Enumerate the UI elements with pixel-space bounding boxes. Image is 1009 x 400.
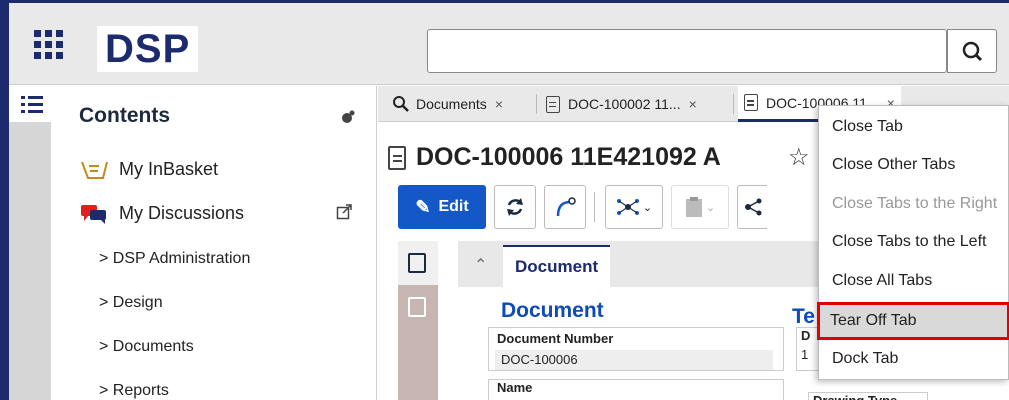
edit-button[interactable]: ✎ Edit [398, 185, 486, 229]
chevron-right-icon: > [99, 250, 109, 267]
refresh-button[interactable] [494, 185, 536, 229]
tab-separator [733, 94, 734, 114]
document-toolbar: ✎ Edit ⌄ ⌄ [398, 185, 775, 229]
tab-label: Documents [416, 96, 487, 112]
apps-grid-icon[interactable] [34, 30, 64, 60]
view-switcher-strip [398, 241, 438, 400]
search-input[interactable] [427, 29, 947, 73]
search-button[interactable] [947, 29, 997, 73]
edit-label: Edit [438, 198, 469, 215]
form-view-button[interactable] [398, 241, 438, 285]
chevron-right-icon: > [99, 294, 109, 311]
tree-item-reports[interactable]: > Reports [99, 382, 169, 400]
window-frame-left [0, 0, 9, 400]
sidebar-item-discussions[interactable]: My Discussions [79, 202, 244, 224]
close-icon[interactable]: × [689, 96, 697, 112]
tree-item-dsp-administration[interactable]: > DSP Administration [99, 250, 250, 268]
menu-item-tear-off-tab[interactable]: Tear Off Tab [817, 302, 1009, 340]
inbasket-icon [81, 161, 108, 179]
tab-separator [536, 94, 537, 114]
tree-item-label: Design [112, 294, 163, 311]
chevron-right-icon: > [99, 338, 109, 355]
relations-dropdown-button[interactable]: ⌄ [605, 185, 663, 229]
document-icon [546, 95, 560, 113]
share-icon [744, 198, 761, 216]
chevron-up-icon[interactable]: ⌃ [474, 255, 487, 275]
app-logo[interactable]: DSP [97, 26, 199, 72]
sidebar-item-label: My Discussions [119, 202, 245, 223]
app-header: DSP [9, 3, 1009, 85]
details-icon[interactable] [408, 297, 426, 317]
document-number-field: Document Number DOC-100006 [488, 327, 784, 371]
contents-panel: Contents My InBasket My Discussions > DS… [51, 86, 377, 400]
refresh-icon [507, 198, 523, 216]
name-field-label: Name [488, 379, 784, 400]
tree-item-label: Documents [112, 338, 194, 355]
menu-item-close-tabs-right[interactable]: Close Tabs to the Right [819, 185, 1009, 223]
network-icon [616, 199, 639, 215]
share-button[interactable] [737, 185, 767, 229]
chevron-right-icon: > [99, 382, 109, 399]
workflow-icon [556, 197, 576, 217]
contents-toggle[interactable] [9, 86, 51, 122]
drawing-type-label: Drawing Type [808, 392, 928, 400]
contents-title: Contents [79, 104, 170, 127]
section-title: Document [501, 299, 604, 322]
tab-label: DOC-100002 11... [568, 96, 681, 112]
document-panel: ⌃ Document Document Document Number DOC-… [458, 241, 818, 400]
tab-documents[interactable]: Documents × [386, 86, 509, 122]
panel-body: Document Document Number DOC-100006 Name [458, 287, 818, 400]
document-number-value[interactable]: DOC-100006 [495, 350, 773, 370]
tab-doc-100002[interactable]: DOC-100002 11... × [540, 86, 703, 122]
menu-item-close-other-tabs[interactable]: Close Other Tabs [819, 146, 1009, 184]
chevron-down-icon: ⌄ [705, 201, 716, 214]
tree-item-documents[interactable]: > Documents [99, 338, 194, 356]
close-icon[interactable]: × [495, 96, 503, 112]
favorite-star-icon[interactable]: ☆ [788, 143, 810, 172]
toolbar-separator [594, 192, 595, 222]
field-label: Document Number [497, 331, 614, 346]
search-icon [393, 96, 409, 112]
tree-item-label: Reports [112, 382, 169, 399]
panel-header: ⌃ Document [458, 241, 818, 287]
menu-item-close-all-tabs[interactable]: Close All Tabs [819, 262, 1009, 300]
document-title-text: DOC-100006 11E421092 A [416, 143, 721, 171]
sidebar-item-label: My InBasket [119, 158, 219, 179]
pencil-icon: ✎ [415, 196, 431, 217]
open-external-icon[interactable] [336, 204, 352, 220]
document-icon [744, 94, 758, 111]
menu-item-dock-tab[interactable]: Dock Tab [819, 340, 1009, 378]
left-rail [9, 86, 51, 400]
sidebar-item-inbasket[interactable]: My InBasket [79, 158, 218, 180]
tree-item-label: DSP Administration [112, 250, 251, 267]
document-icon [388, 145, 406, 170]
list-icon [21, 94, 43, 114]
search-icon [962, 41, 983, 62]
discussions-icon [81, 205, 106, 224]
menu-item-close-tab[interactable]: Close Tab [819, 108, 1009, 146]
pin-icon[interactable] [341, 110, 355, 124]
workflow-button[interactable] [544, 185, 586, 229]
menu-item-close-tabs-left[interactable]: Close Tabs to the Left [819, 223, 1009, 261]
chevron-down-icon: ⌄ [642, 201, 653, 214]
tab-context-menu: Close Tab Close Other Tabs Close Tabs to… [817, 105, 1009, 380]
tab-document-section[interactable]: Document [503, 245, 611, 287]
form-icon [408, 253, 426, 273]
clipboard-dropdown-button[interactable]: ⌄ [671, 185, 729, 229]
tree-item-design[interactable]: > Design [99, 294, 163, 312]
page-title: DOC-100006 11E421092 A [388, 143, 721, 172]
clipboard-icon [685, 197, 702, 217]
